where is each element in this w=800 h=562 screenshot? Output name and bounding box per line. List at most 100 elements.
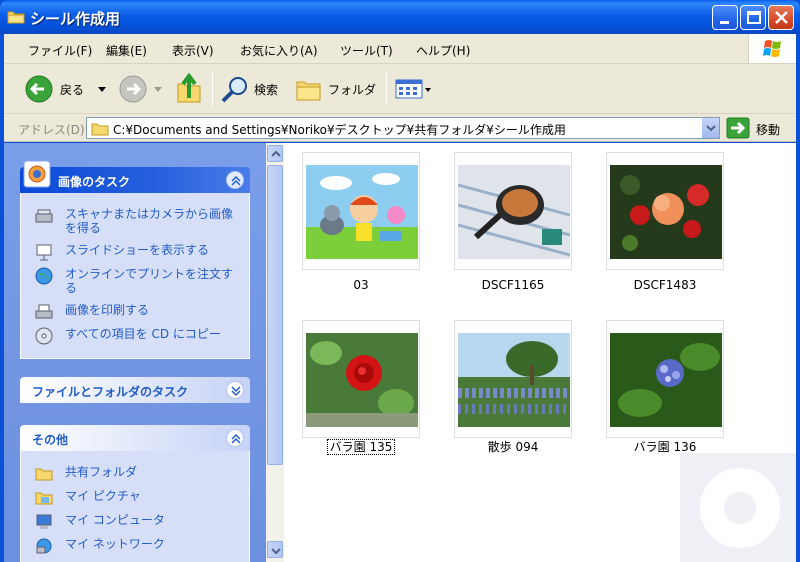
image-tasks-title: 画像のタスク <box>58 175 131 189</box>
forward-arrow-icon <box>119 75 147 103</box>
file-name: 03 <box>353 278 369 292</box>
scroll-up-icon <box>271 150 281 157</box>
folder-watermark-icon <box>680 453 796 562</box>
file-name: バラ園 136 <box>633 440 697 454</box>
task-scan-label: スキャナまたはカメラから画像を得る <box>65 207 234 235</box>
folders-label: フォルダ <box>328 83 377 97</box>
menu-edit[interactable]: 編集(E) <box>106 42 147 59</box>
menu-favorites[interactable]: お気に入り(A) <box>240 42 318 59</box>
scanner-icon <box>35 209 53 223</box>
place-my-computer-label: マイ コンピュータ <box>65 513 165 527</box>
title-bar[interactable]: シール作成用 <box>0 0 800 34</box>
chevron-down-icon <box>231 386 241 397</box>
thumbnail-frame <box>302 320 420 438</box>
address-path: C:¥Documents and Settings¥Noriko¥デスクトップ¥… <box>113 123 566 137</box>
folder-icon <box>7 11 25 24</box>
place-shared-folder-label: 共有フォルダ <box>65 465 138 479</box>
menu-bar: ファイル(F) 編集(E) 表示(V) お気に入り(A) ツール(T) ヘルプ(… <box>4 34 796 64</box>
menu-view[interactable]: 表示(V) <box>172 42 214 59</box>
scroll-down-button[interactable] <box>267 541 283 558</box>
search-icon <box>221 77 247 103</box>
toolbar-separator <box>212 72 213 106</box>
views-icon <box>395 79 431 99</box>
other-places-body: 共有フォルダ マイ ピクチャ マイ コンピュータ マイ ネットワーク <box>20 451 250 562</box>
flowers-image <box>610 165 722 259</box>
toolbar: 戻る 検索 フォルダ <box>4 64 796 114</box>
red-rose-image <box>306 333 418 427</box>
task-pane-scrollbar[interactable] <box>266 143 284 562</box>
windows-logo-icon <box>748 34 796 63</box>
folder-icon <box>35 468 53 481</box>
image-tasks-header[interactable]: 画像のタスク <box>20 160 250 193</box>
folders-icon <box>296 81 321 101</box>
address-dropdown-button[interactable] <box>701 118 719 138</box>
search-label: 検索 <box>254 83 279 97</box>
collapse-button[interactable] <box>226 429 244 447</box>
task-slideshow-label: スライドショーを表示する <box>65 243 210 257</box>
chevron-up-icon <box>231 175 241 186</box>
file-name: DSCF1165 <box>481 278 545 292</box>
folders-button[interactable]: フォルダ <box>294 72 378 106</box>
file-name: DSCF1483 <box>633 278 697 292</box>
back-label: 戻る <box>60 83 85 97</box>
scroll-up-button[interactable] <box>267 145 283 162</box>
address-label: アドレス(D) <box>18 123 85 137</box>
task-print-label: 画像を印刷する <box>65 303 150 317</box>
folder-icon <box>91 123 109 136</box>
file-name: 散歩 094 <box>487 440 539 454</box>
close-button[interactable] <box>768 5 794 30</box>
menu-help[interactable]: ヘルプ(H) <box>416 42 470 59</box>
forward-dropdown-icon[interactable] <box>154 87 162 93</box>
computer-icon <box>36 514 52 529</box>
collapse-button[interactable] <box>226 171 244 189</box>
my-pictures-icon <box>35 492 53 505</box>
file-name[interactable]: バラ園 135 <box>292 438 430 455</box>
address-input[interactable]: C:¥Documents and Settings¥Noriko¥デスクトップ¥… <box>86 117 720 139</box>
network-icon <box>36 538 52 554</box>
cartoon-image <box>306 165 418 259</box>
place-my-network-label: マイ ネットワーク <box>65 537 165 551</box>
other-places-header[interactable]: その他 <box>20 425 250 451</box>
hydrangea-image <box>610 333 722 427</box>
cd-icon <box>35 327 53 345</box>
go-label[interactable]: 移動 <box>756 121 780 138</box>
thumbnail-frame <box>606 320 724 438</box>
menu-tools[interactable]: ツール(T) <box>340 42 393 59</box>
minimize-icon <box>720 21 729 24</box>
thumbnail-frame <box>606 152 724 270</box>
slideshow-icon <box>36 244 52 261</box>
thumbnail-frame <box>454 152 572 270</box>
image-tasks-body: スキャナまたはカメラから画像を得る スライドショーを表示する オンラインでプリン… <box>20 193 250 359</box>
up-folder-button[interactable] <box>174 72 206 106</box>
views-button[interactable] <box>394 72 434 106</box>
thumbnail-frame <box>302 152 420 270</box>
file-tasks-body <box>20 403 250 407</box>
scroll-thumb[interactable] <box>267 165 283 465</box>
address-bar: アドレス(D) C:¥Documents and Settings¥Noriko… <box>4 114 796 142</box>
up-folder-icon <box>177 72 201 103</box>
maximize-icon <box>747 11 761 24</box>
scroll-down-icon <box>271 548 281 555</box>
picture-tasks-icon <box>23 160 51 188</box>
chevron-up-icon <box>231 433 241 444</box>
back-dropdown-icon[interactable] <box>98 87 106 93</box>
search-button[interactable]: 検索 <box>220 72 284 106</box>
other-places-title: その他 <box>32 433 69 447</box>
go-button[interactable] <box>726 117 750 142</box>
window-title: シール作成用 <box>30 10 121 28</box>
maximize-button[interactable] <box>740 5 766 30</box>
file-tasks-header[interactable]: ファイルとフォルダのタスク <box>20 377 250 403</box>
task-pane: 画像のタスク スキャナまたはカメラから画像を得る スライドショーを表示する オン… <box>4 143 266 562</box>
forward-button[interactable] <box>118 72 164 106</box>
explorer-window: シール作成用 ファイル(F) 編集(E) 表示(V) お気に入り(A) ツール(… <box>0 0 800 562</box>
task-copy-cd-label: すべての項目を CD にコピー <box>65 327 221 341</box>
file-tasks-title: ファイルとフォルダのタスク <box>32 385 189 399</box>
thumbnail-frame <box>454 320 572 438</box>
landscape-image <box>458 333 570 427</box>
toolbar-separator <box>386 72 387 106</box>
place-my-pictures-label: マイ ピクチャ <box>65 489 141 503</box>
minimize-button[interactable] <box>712 5 738 30</box>
menu-file[interactable]: ファイル(F) <box>28 42 92 59</box>
back-button[interactable]: 戻る <box>24 72 109 106</box>
expand-button[interactable] <box>226 381 244 399</box>
